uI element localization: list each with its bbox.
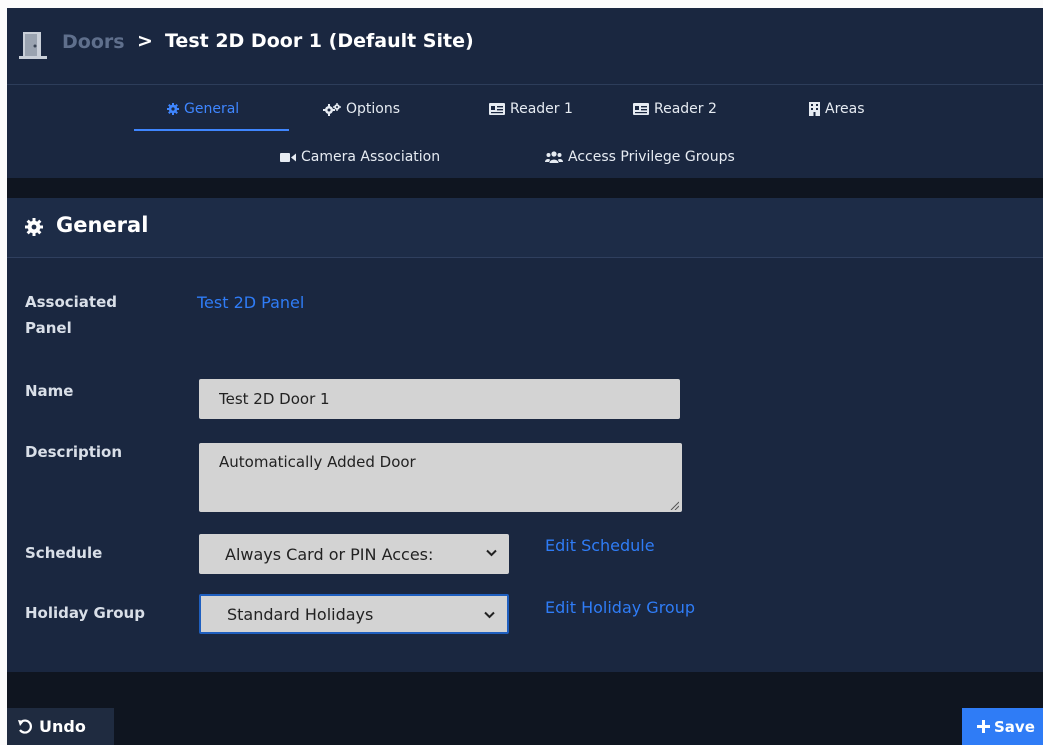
- video-camera-icon: [280, 152, 296, 162]
- active-tab-indicator: [134, 129, 289, 131]
- associated-panel-link[interactable]: Test 2D Panel: [197, 293, 304, 312]
- tab-access-privilege-groups[interactable]: Access Privilege Groups: [545, 149, 735, 165]
- door-editor-app: Doors > Test 2D Door 1 (Default Site) Ge…: [7, 8, 1043, 745]
- card-reader-icon: [489, 103, 505, 115]
- door-icon: [19, 32, 47, 59]
- tab-reader-2-label: Reader 2: [654, 101, 717, 117]
- tab-camera-association[interactable]: Camera Association: [280, 149, 440, 165]
- resize-grip-icon[interactable]: [669, 500, 679, 510]
- holiday-group-select-value: Standard Holidays: [227, 604, 374, 624]
- gear-icon: [167, 103, 179, 115]
- associated-panel-label: Associated Panel: [25, 293, 118, 337]
- panel-title: General: [56, 213, 149, 237]
- tab-camera-association-label: Camera Association: [301, 149, 441, 165]
- holiday-group-label: Holiday Group: [25, 604, 145, 622]
- save-label: Save: [994, 717, 1035, 736]
- section-divider: [7, 178, 1043, 198]
- breadcrumb-separator: >: [137, 30, 153, 52]
- schedule-label: Schedule: [25, 544, 103, 562]
- description-field[interactable]: Automatically Added Door: [199, 443, 682, 512]
- chevron-down-icon: [484, 611, 495, 619]
- tab-areas-label: Areas: [825, 101, 865, 117]
- name-label: Name: [25, 382, 74, 400]
- schedule-select[interactable]: Always Card or PIN Acces:: [199, 534, 509, 574]
- chevron-down-icon: [486, 549, 497, 557]
- undo-icon: [18, 718, 32, 734]
- description-label: Description: [25, 443, 123, 461]
- save-button[interactable]: Save: [962, 708, 1043, 745]
- tab-reader-2[interactable]: Reader 2: [633, 101, 717, 117]
- plus-icon: [977, 720, 990, 733]
- panel-header: General: [7, 198, 1043, 258]
- users-icon: [545, 151, 563, 163]
- tab-options[interactable]: Options: [323, 101, 400, 117]
- building-icon: [809, 102, 820, 116]
- tab-areas[interactable]: Areas: [809, 101, 865, 117]
- page-title: Test 2D Door 1 (Default Site): [165, 30, 474, 52]
- gears-icon: [323, 102, 341, 116]
- tab-options-label: Options: [346, 101, 401, 117]
- tab-reader-1[interactable]: Reader 1: [489, 101, 573, 117]
- edit-schedule-link[interactable]: Edit Schedule: [545, 536, 655, 555]
- footer-bar: [7, 672, 1043, 745]
- holiday-group-select[interactable]: Standard Holidays: [199, 594, 509, 634]
- undo-label: Undo: [39, 717, 86, 736]
- tab-general-label: General: [184, 101, 240, 117]
- general-panel: General Associated Panel Test 2D Panel N…: [7, 198, 1043, 672]
- tab-reader-1-label: Reader 1: [510, 101, 573, 117]
- name-field[interactable]: [199, 379, 680, 419]
- tab-general[interactable]: General: [167, 101, 239, 117]
- page-header: Doors > Test 2D Door 1 (Default Site): [7, 8, 1043, 85]
- tab-bar: General Options Reader 1 Reader 2 Areas …: [7, 85, 1043, 178]
- undo-button[interactable]: Undo: [7, 708, 114, 745]
- schedule-select-value: Always Card or PIN Acces:: [225, 544, 434, 564]
- tab-access-privilege-groups-label: Access Privilege Groups: [568, 149, 735, 165]
- gear-icon: [25, 218, 43, 236]
- edit-holiday-group-link[interactable]: Edit Holiday Group: [545, 598, 695, 617]
- breadcrumb-doors-link[interactable]: Doors: [62, 31, 125, 53]
- card-reader-icon: [633, 103, 649, 115]
